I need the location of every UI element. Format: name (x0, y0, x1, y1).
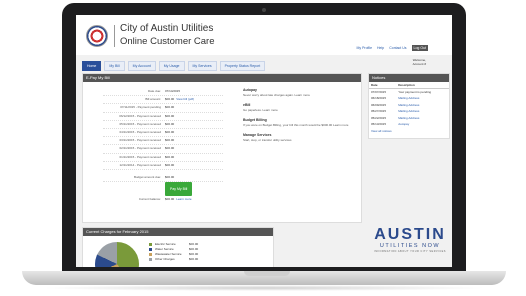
legend-swatch (149, 243, 152, 246)
list-item: Date due: 07/14/2015 (103, 88, 223, 97)
payment-label: Date due: (147, 89, 161, 93)
account-line: Account # (412, 62, 426, 66)
balance-row: Current balance: $00.00 Learn more (103, 196, 223, 203)
budget-row: Budget amount due: $00.00 (103, 174, 223, 183)
brand-tagline: INFORMATION ABOUT YOUR CITY SERVICES (374, 250, 446, 253)
site-title: City of Austin Utilities (120, 23, 214, 34)
budget-value: $00.00 (165, 175, 175, 180)
notice-date: 07/07/2015 (371, 90, 387, 94)
pay-row: Pay My Bill (103, 182, 223, 197)
autopay-text[interactable]: Never worry about late charges again. Le… (243, 93, 355, 97)
payment-value: 07/14/2015 (165, 89, 181, 93)
payment-value: $00.00 (165, 130, 175, 135)
learn-more-link[interactable]: Learn more (176, 196, 191, 203)
payment-value: $00.00 (165, 146, 175, 151)
logout-button[interactable]: Log Out (411, 45, 428, 51)
tab-my-bill[interactable]: My Bill (104, 61, 125, 71)
legend-swatch (149, 258, 152, 261)
pay-spacer (103, 182, 165, 196)
payment-value: $00.00 (165, 105, 175, 110)
main-nav: Home My Bill My Account My Usage My Serv… (82, 61, 266, 71)
base-shadow (40, 285, 488, 291)
payment-label: 02/11/2015 - Payment received (119, 146, 161, 151)
balance-label: Current balance: (138, 197, 161, 202)
payment-value: $00.00 (165, 154, 175, 159)
charges-legend: Electric Service $00.00 Water Service $0… (149, 242, 209, 262)
charges-title: Current Charges for February 2015 (83, 228, 273, 236)
ebill-text[interactable]: Go paperless. Learn more (243, 108, 355, 112)
help-link[interactable]: Help (377, 46, 384, 50)
austin-utilities-now-logo[interactable]: AUSTIN UTILITIES NOW INFORMATION ABOUT Y… (370, 227, 450, 263)
site-subtitle: Online Customer Care (120, 36, 215, 47)
payment-value: $00.00 (165, 113, 175, 118)
base-notch (244, 271, 290, 276)
contact-us-link[interactable]: Contact Us (389, 46, 406, 50)
list-item: 01/11/2015 - Payment received $00.00 (103, 154, 223, 162)
bill-panel-title: E-Pay My Bill (83, 74, 361, 82)
tab-home[interactable]: Home (82, 61, 102, 71)
site-header: City of Austin Utilities Online Customer… (76, 15, 452, 55)
payment-value: $00.00 (165, 121, 175, 126)
tab-property-status-report[interactable]: Property Status Report (219, 61, 266, 71)
notices-panel: Notices Date Description 07/07/2015 Your… (368, 73, 450, 139)
list-item: 03/11/2015 - Payment received $00.00 (103, 137, 223, 146)
pay-my-bill-button[interactable]: Pay My Bill (165, 182, 193, 197)
title-divider (114, 25, 115, 47)
manage-services-text[interactable]: Start, stop, or transfer utility service… (243, 138, 355, 142)
payment-list: Date due: 07/14/2015 Bill amount: $00.00… (103, 88, 223, 203)
my-profile-link[interactable]: My Profile (356, 46, 372, 50)
camera-icon (262, 8, 266, 12)
list-item: 05/11/2015 - Payment received $00.00 (103, 121, 223, 130)
notice-description: Your payment is pending (398, 90, 432, 94)
payment-label: 01/11/2015 - Payment received (119, 154, 161, 159)
tab-my-services[interactable]: My Services (187, 61, 217, 71)
payment-label: Bill amount: (145, 97, 161, 102)
notices-title: Notices (369, 74, 449, 82)
budget-label: Budget amount due: (133, 175, 161, 180)
payment-label: 07/11/2015 - Payment pending (120, 105, 161, 110)
list-item: 06/12/2015 - Payment received $00.00 (103, 113, 223, 121)
view-bill-link[interactable]: View bill (pdf) (176, 96, 194, 103)
payment-label: 05/11/2015 - Payment received (119, 121, 161, 126)
account-options: Autopay Never worry about late charges a… (243, 88, 355, 148)
payment-label: 12/11/2014 - Payment received (119, 162, 161, 167)
payment-label: 04/11/2015 - Payment received (119, 130, 161, 135)
top-links: My Profile Help Contact Us Log Out (356, 45, 428, 51)
payment-label: 06/12/2015 - Payment received (119, 113, 161, 118)
laptop-base (22, 271, 506, 285)
current-charges-panel: Current Charges for February 2015 Electr… (82, 227, 274, 267)
tab-my-usage[interactable]: My Usage (158, 61, 185, 71)
list-item: 07/11/2015 - Payment pending $00.00 (103, 104, 223, 113)
list-item: Bill amount: $00.00 View bill (pdf) (103, 96, 223, 105)
legend-swatch (149, 253, 152, 256)
tab-my-account[interactable]: My Account (127, 61, 156, 71)
charges-pie-chart (95, 242, 139, 267)
payment-value: $00.00 (165, 138, 175, 143)
payment-label: 03/11/2015 - Payment received (119, 138, 161, 143)
welcome-text: Welcome, Account # (413, 58, 426, 66)
view-all-notices-link[interactable]: View all notices (369, 127, 449, 135)
balance-value: $00.00 (165, 197, 175, 202)
budget-billing-text[interactable]: If you were on Budget Billing, your bill… (243, 123, 355, 127)
payment-value: $00.00 (165, 97, 175, 102)
legend-value: $00.00 (189, 257, 199, 261)
city-seal-icon (86, 25, 108, 47)
brand-word: AUSTIN (374, 226, 446, 243)
screen: City of Austin Utilities Online Customer… (76, 15, 452, 267)
legend-item: Other Charges $00.00 (149, 257, 209, 262)
payment-value: $00.00 (165, 162, 175, 167)
list-item: 12/11/2014 - Payment received $00.00 (103, 162, 223, 171)
table-row: 07/07/2015 Your payment is pending (369, 89, 449, 96)
legend-swatch (149, 248, 152, 251)
bill-panel: E-Pay My Bill Date due: 07/14/2015 Bill … (82, 73, 362, 223)
legend-label: Other Charges (155, 257, 175, 261)
brand-subtitle: UTILITIES NOW (379, 243, 441, 249)
notices-table: Date Description 07/07/2015 Your payment… (369, 82, 449, 127)
list-item: 04/11/2015 - Payment received $00.00 (103, 129, 223, 138)
list-item: 02/11/2015 - Payment received $00.00 (103, 145, 223, 154)
